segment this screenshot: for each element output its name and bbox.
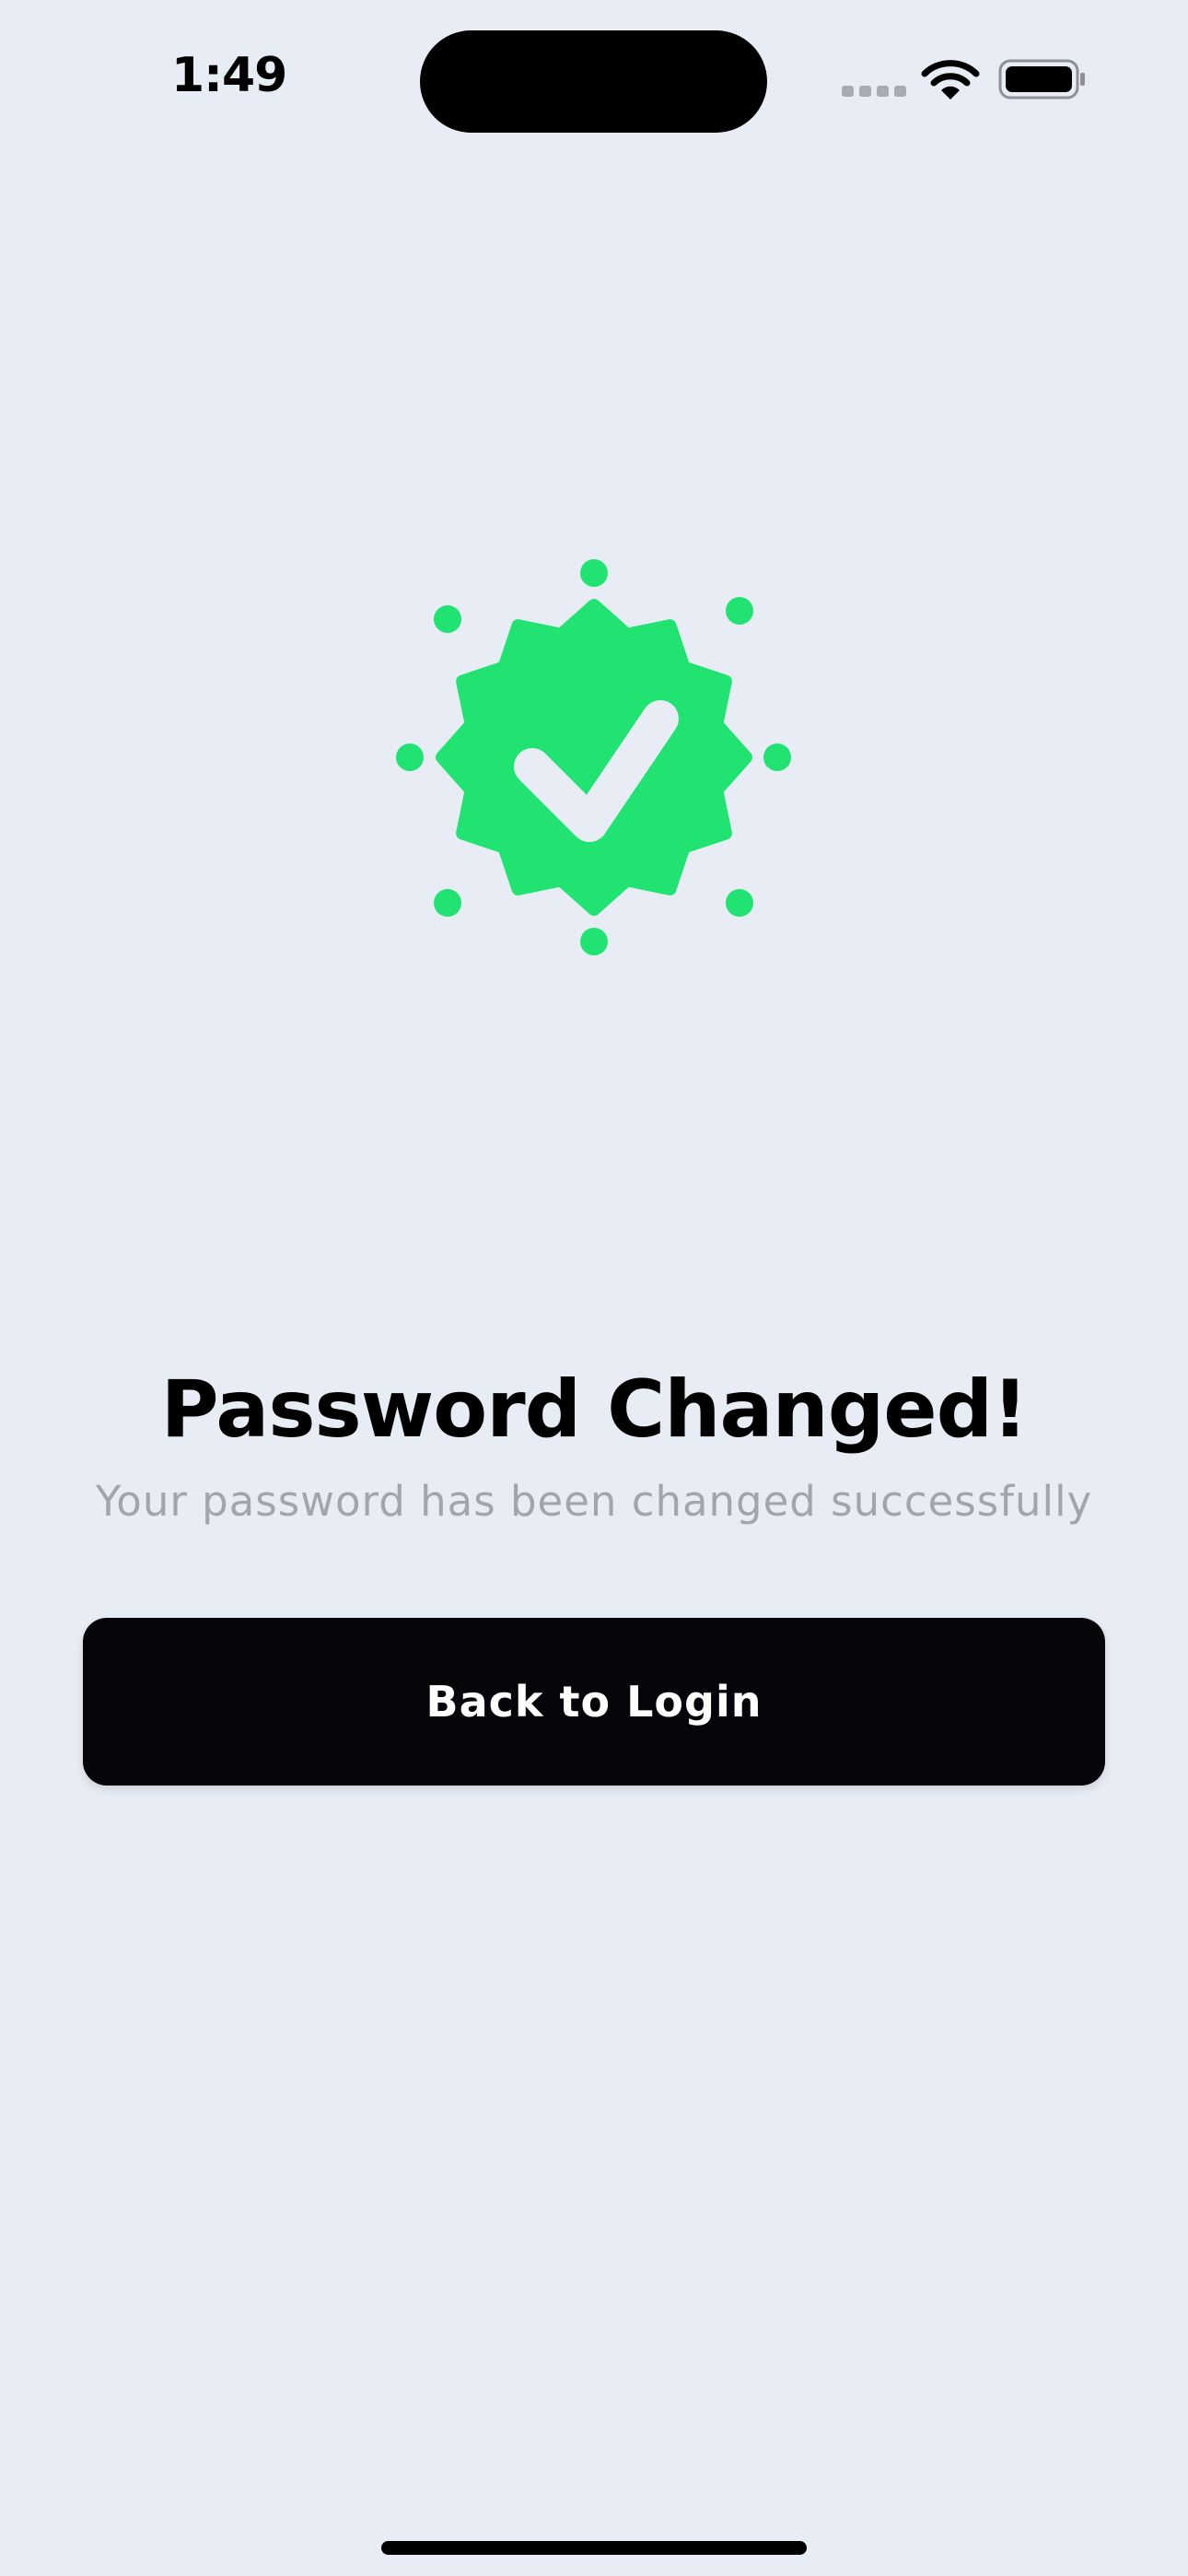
back-to-login-label: Back to Login [425,1677,763,1727]
status-time: 1:49 [171,48,287,103]
dynamic-island [420,30,767,133]
back-to-login-button[interactable]: Back to Login [83,1618,1105,1786]
home-indicator[interactable] [381,2541,807,2555]
status-bar: 1:49 [0,0,1188,147]
cellular-signal-icon [842,86,906,100]
page-title: Password Changed! [160,1364,1029,1456]
page-subtitle: Your password has been changed successfu… [95,1477,1093,1526]
wifi-icon [921,60,980,100]
battery-icon [998,59,1085,100]
check-badge-icon [396,559,791,955]
